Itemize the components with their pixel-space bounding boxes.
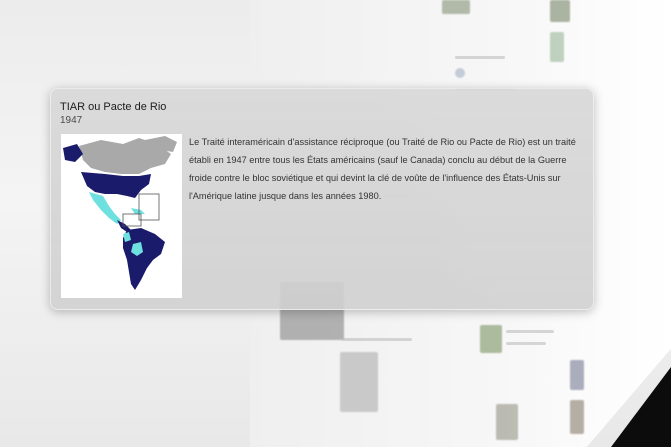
card-title: TIAR ou Pacte de Rio	[60, 101, 167, 113]
background-thumbnail	[550, 0, 570, 22]
background-thumbnail	[570, 400, 584, 434]
americas-map-icon	[61, 134, 182, 298]
card-description: Le Traité interaméricain d'assistance ré…	[189, 137, 576, 201]
background-text-line	[342, 338, 412, 341]
background-thumbnail	[570, 360, 584, 390]
background-thumbnail	[340, 352, 378, 412]
background-text-line	[506, 342, 546, 345]
background-thumbnail	[550, 32, 564, 62]
background-text-line	[506, 330, 554, 333]
background-thumbnail	[442, 0, 470, 14]
card-subtitle: 1947	[60, 115, 83, 126]
americas-map-image[interactable]	[61, 134, 182, 298]
background-thumbnail	[480, 325, 502, 353]
background-thumbnail	[455, 68, 465, 78]
background-thumbnail	[496, 404, 518, 440]
info-card[interactable]: TIAR ou Pacte de Rio 1947 Le Traité inte…	[50, 88, 594, 310]
background-text-line	[455, 56, 505, 59]
